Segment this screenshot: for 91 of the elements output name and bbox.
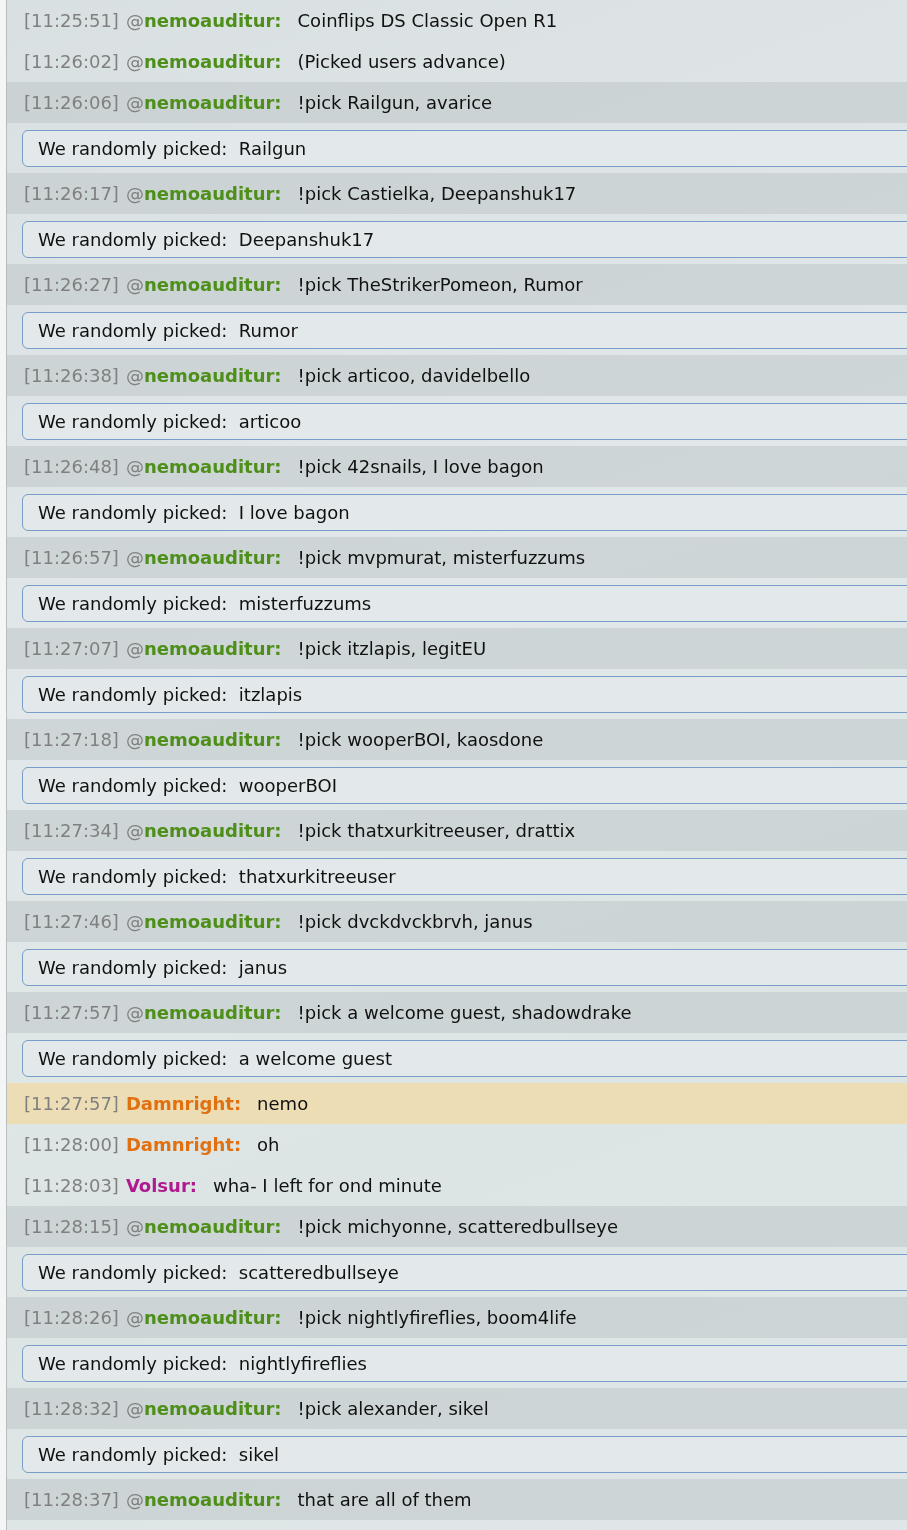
message-text: !pick TheStrikerPomeon, Rumor bbox=[297, 274, 583, 295]
message-text: !pick dvckdvckbrvh, janus bbox=[297, 911, 533, 932]
timestamp: [11:26:38] bbox=[24, 365, 119, 386]
user-rank: @ bbox=[125, 456, 144, 477]
bot-reply: We randomly picked: I love bagon bbox=[22, 493, 907, 531]
message-text: !pick mvpmurat, misterfuzzums bbox=[297, 547, 586, 568]
user-rank: @ bbox=[125, 911, 144, 932]
message-text: (Picked users advance) bbox=[297, 51, 506, 72]
username[interactable]: nemoauditur: bbox=[143, 1307, 282, 1328]
message-text: !pick michyonne, scatteredbullseye bbox=[297, 1216, 619, 1237]
timestamp: [11:27:46] bbox=[24, 911, 119, 932]
user-rank: @ bbox=[125, 1216, 144, 1237]
message-text: !pick Railgun, avarice bbox=[297, 92, 493, 113]
message-text: !pick a welcome guest, shadowdrake bbox=[297, 1002, 632, 1023]
timestamp: [11:26:06] bbox=[24, 92, 119, 113]
message-text: !pick alexander, sikel bbox=[297, 1398, 489, 1419]
user-rank: @ bbox=[125, 1002, 144, 1023]
bot-reply: We randomly picked: Deepanshuk17 bbox=[22, 220, 907, 258]
message-text: !pick itzlapis, legitEU bbox=[297, 638, 487, 659]
username[interactable]: nemoauditur: bbox=[143, 638, 282, 659]
bot-reply: We randomly picked: scatteredbullseye bbox=[22, 1253, 907, 1291]
username[interactable]: Damnright: bbox=[125, 1134, 242, 1155]
message-text: Coinflips DS Classic Open R1 bbox=[297, 10, 558, 31]
timestamp: [11:28:00] bbox=[24, 1134, 119, 1155]
user-rank: @ bbox=[125, 547, 144, 568]
message-text: !pick articoo, davidelbello bbox=[297, 365, 531, 386]
message-text: nemo bbox=[257, 1093, 309, 1114]
timestamp: [11:27:07] bbox=[24, 638, 119, 659]
username[interactable]: nemoauditur: bbox=[143, 1216, 282, 1237]
username[interactable]: nemoauditur: bbox=[143, 183, 282, 204]
message-text: !pick nightlyfireflies, boom4life bbox=[297, 1307, 577, 1328]
message-text: that are all of them bbox=[297, 1489, 472, 1510]
username[interactable]: nemoauditur: bbox=[143, 820, 282, 841]
timestamp: [11:27:34] bbox=[24, 820, 119, 841]
bot-reply: We randomly picked: sikel bbox=[22, 1435, 907, 1473]
username[interactable]: nemoauditur: bbox=[143, 51, 282, 72]
message-text: wha- I left for ond minute bbox=[213, 1175, 442, 1196]
bot-reply: We randomly picked: a welcome guest bbox=[22, 1039, 907, 1077]
username[interactable]: nemoauditur: bbox=[143, 1002, 282, 1023]
user-rank: @ bbox=[125, 51, 144, 72]
user-rank: @ bbox=[125, 1307, 144, 1328]
timestamp: [11:28:37] bbox=[24, 1489, 119, 1510]
timestamp: [11:26:27] bbox=[24, 274, 119, 295]
bot-reply: We randomly picked: Railgun bbox=[22, 129, 907, 167]
username[interactable]: nemoauditur: bbox=[143, 729, 282, 750]
user-rank: @ bbox=[125, 638, 144, 659]
timestamp: [11:26:02] bbox=[24, 51, 119, 72]
username[interactable]: nemoauditur: bbox=[143, 456, 282, 477]
timestamp: [11:28:15] bbox=[24, 1216, 119, 1237]
user-rank: @ bbox=[125, 1398, 144, 1419]
timestamp: [11:26:57] bbox=[24, 547, 119, 568]
user-rank: @ bbox=[125, 183, 144, 204]
user-rank: @ bbox=[125, 92, 144, 113]
message-text: !pick thatxurkitreeuser, drattix bbox=[297, 820, 576, 841]
message-text: !pick wooperBOI, kaosdone bbox=[297, 729, 544, 750]
timestamp: [11:26:17] bbox=[24, 183, 119, 204]
timestamp: [11:27:57] bbox=[24, 1093, 119, 1114]
bot-reply: We randomly picked: Rumor bbox=[22, 311, 907, 349]
timestamp: [11:28:26] bbox=[24, 1307, 119, 1328]
username[interactable]: nemoauditur: bbox=[143, 1489, 282, 1510]
message-text: oh bbox=[257, 1134, 280, 1155]
timestamp: [11:25:51] bbox=[24, 10, 119, 31]
bot-reply: We randomly picked: misterfuzzums bbox=[22, 584, 907, 622]
user-rank: @ bbox=[125, 1489, 144, 1510]
user-rank: @ bbox=[125, 729, 144, 750]
username[interactable]: nemoauditur: bbox=[143, 10, 282, 31]
timestamp: [11:27:18] bbox=[24, 729, 119, 750]
user-rank: @ bbox=[125, 820, 144, 841]
bot-reply: We randomly picked: articoo bbox=[22, 402, 907, 440]
bot-reply: We randomly picked: thatxurkitreeuser bbox=[22, 857, 907, 895]
bot-reply: We randomly picked: janus bbox=[22, 948, 907, 986]
username[interactable]: nemoauditur: bbox=[143, 274, 282, 295]
message-text: !pick Castielka, Deepanshuk17 bbox=[297, 183, 577, 204]
bot-reply: We randomly picked: nightlyfireflies bbox=[22, 1344, 907, 1382]
bot-reply: We randomly picked: itzlapis bbox=[22, 675, 907, 713]
username[interactable]: nemoauditur: bbox=[143, 547, 282, 568]
timestamp: [11:27:57] bbox=[24, 1002, 119, 1023]
username[interactable]: nemoauditur: bbox=[143, 911, 282, 932]
timestamp: [11:26:48] bbox=[24, 456, 119, 477]
user-rank: @ bbox=[125, 274, 144, 295]
user-rank: @ bbox=[125, 365, 144, 386]
username[interactable]: Damnright: bbox=[125, 1093, 242, 1114]
timestamp: [11:28:03] bbox=[24, 1175, 119, 1196]
message-text: !pick 42snails, I love bagon bbox=[297, 456, 544, 477]
username[interactable]: nemoauditur: bbox=[143, 1398, 282, 1419]
username[interactable]: nemoauditur: bbox=[143, 365, 282, 386]
bot-reply: We randomly picked: wooperBOI bbox=[22, 766, 907, 804]
timestamp: [11:28:32] bbox=[24, 1398, 119, 1419]
user-rank: @ bbox=[125, 10, 144, 31]
username[interactable]: nemoauditur: bbox=[143, 92, 282, 113]
username[interactable]: Volsur: bbox=[125, 1175, 197, 1196]
